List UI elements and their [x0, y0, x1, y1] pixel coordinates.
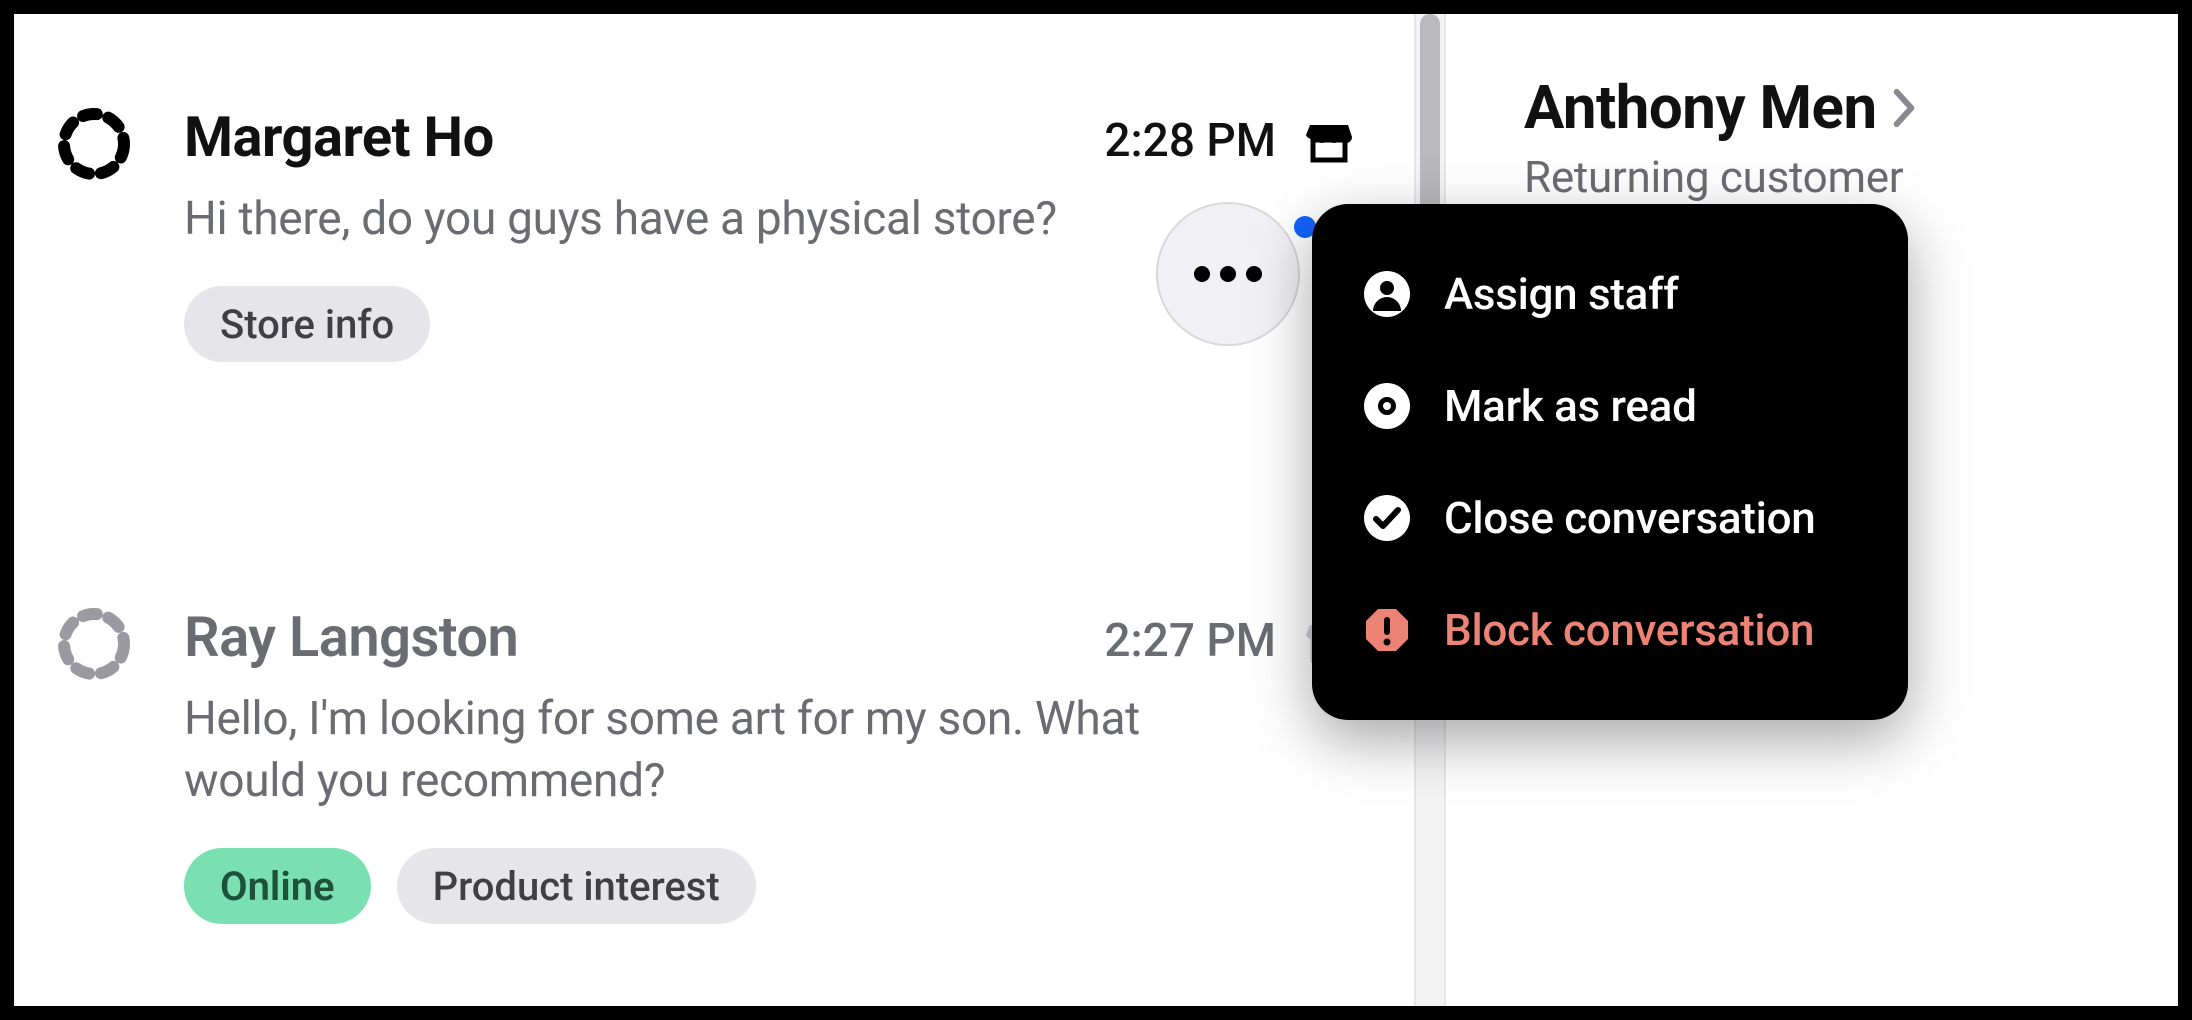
menu-item-close-conversation[interactable]: Close conversation [1312, 462, 1908, 574]
conversation-meta: 2:28 PM [1104, 114, 1354, 168]
more-horizontal-icon [1194, 266, 1262, 282]
menu-item-label: Mark as read [1444, 380, 1697, 432]
app-frame: Margaret Ho 2:28 PM Hi there, do you [0, 0, 2192, 1020]
check-circle-icon [1364, 495, 1410, 541]
tag-chip[interactable]: Store info [184, 286, 430, 362]
alert-octagon-icon [1364, 607, 1410, 653]
avatar-placeholder-icon [54, 104, 134, 184]
customer-name-row[interactable]: Anthony Men [1524, 72, 2178, 143]
conversation-actions-menu: Assign staff Mark as read Close conversa… [1312, 204, 1908, 720]
conversation-item[interactable]: Margaret Ho 2:28 PM Hi there, do you [54, 104, 1354, 362]
conversation-time: 2:27 PM [1104, 614, 1276, 668]
storefront-icon [1304, 116, 1354, 166]
menu-item-label: Assign staff [1444, 268, 1679, 320]
conversation-name: Ray Langston [184, 604, 518, 670]
customer-subtitle: Returning customer [1524, 151, 2178, 203]
more-options-button[interactable] [1156, 202, 1300, 346]
conversation-header-row: Margaret Ho 2:28 PM [184, 104, 1354, 170]
tag-chip[interactable]: Product interest [397, 848, 756, 924]
tag-chip-online[interactable]: Online [184, 848, 371, 924]
chevron-right-icon [1889, 86, 1919, 130]
eye-icon [1364, 383, 1410, 429]
menu-item-label: Block conversation [1444, 604, 1814, 656]
conversation-body: Ray Langston 2:27 PM Hello, I'm looki [184, 604, 1354, 924]
menu-item-assign-staff[interactable]: Assign staff [1312, 238, 1908, 350]
conversation-header-row: Ray Langston 2:27 PM [184, 604, 1354, 670]
conversation-item[interactable]: Ray Langston 2:27 PM Hello, I'm looki [54, 604, 1354, 924]
menu-item-block-conversation[interactable]: Block conversation [1312, 574, 1908, 686]
tag-row: Online Product interest [184, 848, 1354, 924]
menu-item-label: Close conversation [1444, 492, 1815, 544]
person-icon [1364, 271, 1410, 317]
conversation-name: Margaret Ho [184, 104, 494, 170]
customer-name: Anthony Men [1524, 72, 1877, 143]
avatar-placeholder-icon [54, 604, 134, 684]
menu-item-mark-read[interactable]: Mark as read [1312, 350, 1908, 462]
conversation-list-pane: Margaret Ho 2:28 PM Hi there, do you [14, 14, 1446, 1006]
conversation-snippet: Hello, I'm looking for some art for my s… [184, 688, 1244, 812]
conversation-snippet: Hi there, do you guys have a physical st… [184, 188, 1244, 250]
conversation-time: 2:28 PM [1104, 114, 1276, 168]
